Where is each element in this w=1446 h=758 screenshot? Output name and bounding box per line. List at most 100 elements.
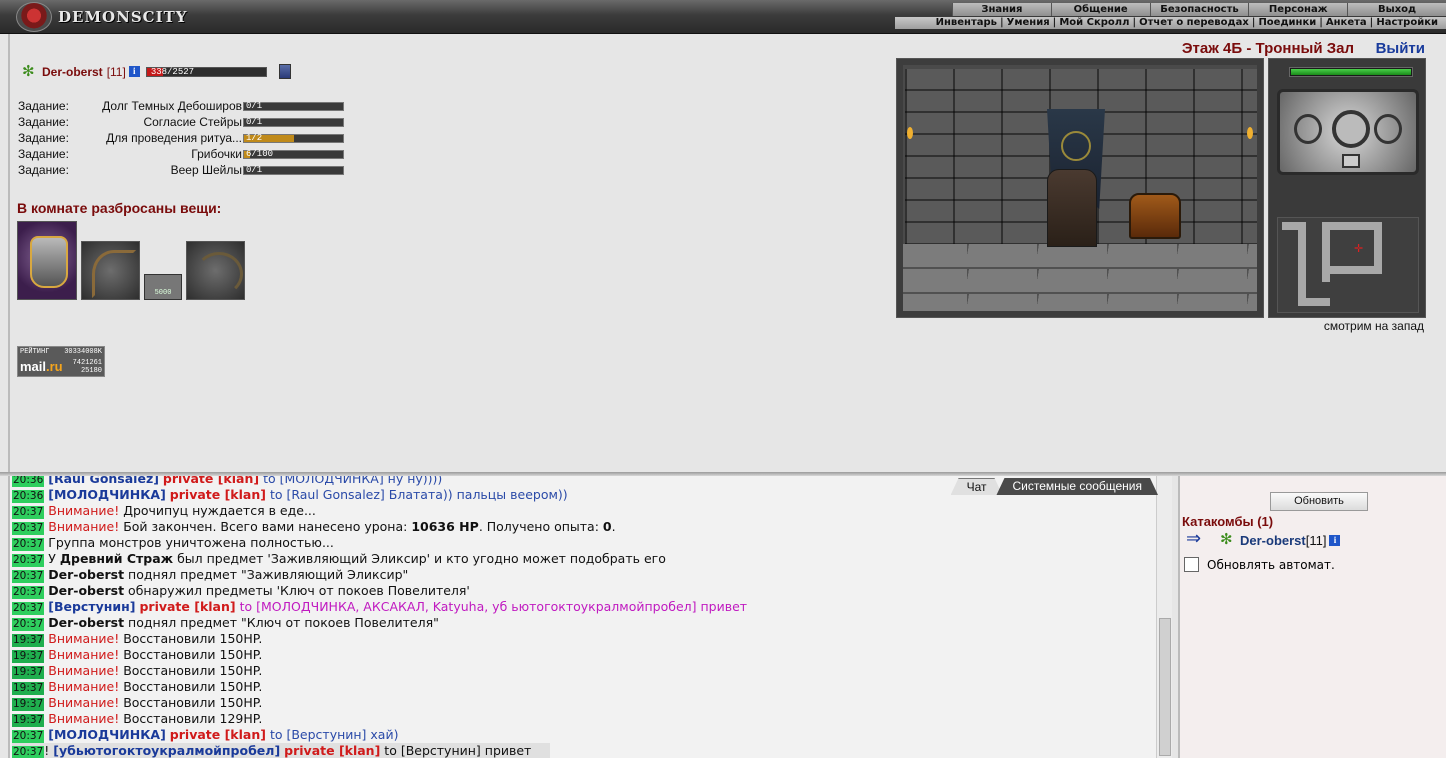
armor-item-icon[interactable] [17, 221, 77, 300]
quest-progress-text: 0/1 [246, 116, 263, 127]
money-item-icon[interactable]: 5000 [144, 274, 182, 300]
quest-progress-bar: 6/100 [243, 148, 344, 159]
chat-nick[interactable]: [МОЛОДЧИНКА] [48, 487, 166, 502]
room-items-title: В комнате разбросаны вещи: [17, 200, 222, 216]
chat-timestamp[interactable]: 19:37 [12, 698, 45, 711]
chat-timestamp[interactable]: 19:37 [12, 682, 45, 695]
menu-communication[interactable]: Общение [1050, 3, 1150, 16]
chat-private-tag: private [klan] [139, 599, 236, 614]
submenu-profile[interactable]: Анкета [1326, 17, 1367, 29]
chat-timestamp[interactable]: 20:36 [12, 490, 45, 503]
quest-row: Задание: Грибочки 6/100 [18, 146, 346, 162]
quest-progress-text: 0/1 [246, 164, 263, 175]
quest-row: Задание: Согласие Стейры 0/1 [18, 114, 346, 130]
chat-timestamp[interactable]: 20:37 [12, 730, 45, 743]
tab-chat[interactable]: Чат [951, 478, 1003, 495]
quest-progress-text: 6/100 [246, 148, 274, 159]
chat-timestamp[interactable]: 19:37 [12, 650, 45, 663]
submenu-my-scroll[interactable]: Мой Скролл [1059, 17, 1129, 29]
chat-message-text: to [МОЛОДЧИНКА, АКСАКАЛ, Katyuha, уб ьют… [239, 599, 748, 614]
submenu-transfer-report[interactable]: Отчет о переводах [1139, 17, 1249, 29]
submenu-settings[interactable]: Настройки [1376, 17, 1438, 29]
quest-name[interactable]: Согласие Стейры [80, 115, 242, 129]
quest-name[interactable]: Веер Шейлы [80, 163, 242, 177]
crossbow-item-icon[interactable] [186, 241, 245, 300]
minimap-hp-fill [1291, 69, 1411, 75]
chat-timestamp[interactable]: 19:37 [12, 666, 45, 679]
quest-label: Задание: [18, 115, 69, 129]
quest-label: Задание: [18, 99, 69, 113]
chat-timestamp[interactable]: 20:37 [12, 506, 45, 519]
info-icon[interactable]: i [1329, 534, 1341, 546]
chat-message-text: У [48, 551, 56, 566]
auto-refresh-checkbox[interactable] [1184, 557, 1199, 572]
clan-leaf-icon [1220, 530, 1234, 548]
chat-timestamp[interactable]: 20:37 [12, 522, 45, 535]
menu-security[interactable]: Безопасность [1149, 3, 1249, 16]
chat-line: 20:37 Внимание! Дрочипуц нуждается в еде… [12, 503, 1156, 519]
chat-line: 20:37 Внимание! Бой закончен. Всего вами… [12, 519, 1156, 535]
chat-timestamp[interactable]: 20:37 [12, 746, 45, 758]
banner-icon[interactable] [278, 64, 291, 79]
quest-row: Задание: Для проведения ритуа... 1/2 [18, 130, 346, 146]
player-name[interactable]: Der-oberst [42, 65, 103, 79]
back-button[interactable] [1342, 154, 1360, 168]
refresh-button[interactable]: Обновить [1270, 492, 1368, 511]
chat-timestamp[interactable]: 20:37 [12, 586, 45, 599]
turn-left-button[interactable] [1294, 114, 1322, 144]
chat-bold-name[interactable]: Der-oberst [48, 615, 124, 630]
menu-character[interactable]: Персонаж [1248, 3, 1347, 16]
chat-message-text: поднял предмет "Заживляющий Эликсир" [128, 567, 409, 582]
forward-button[interactable] [1332, 110, 1370, 148]
treasure-chest[interactable] [1129, 193, 1181, 239]
exit-link[interactable]: Выйти [1376, 40, 1425, 57]
mailru-rating-counter[interactable]: РЕЙТИНГ 30334008K mail.ru 7421261 25180 [17, 346, 105, 377]
menu-knowledge[interactable]: Знания [952, 3, 1051, 16]
auto-refresh-row: Обновлять автомат. [1184, 557, 1335, 572]
quest-name[interactable]: Долг Темных Дебоширов [80, 99, 242, 113]
chat-timestamp[interactable]: 19:37 [12, 634, 45, 647]
hp-text: 338/2527 [150, 66, 195, 77]
chat-nick[interactable]: [МОЛОДЧИНКА] [48, 727, 166, 742]
chat-timestamp[interactable]: 20:37 [12, 618, 45, 631]
throne-object[interactable] [1047, 169, 1097, 247]
private-message-icon[interactable] [1184, 528, 1206, 549]
chat-timestamp[interactable]: 20:37 [12, 570, 45, 583]
quest-list: Задание: Долг Темных Дебоширов 0/1 Задание:… [18, 98, 346, 178]
movement-compass[interactable] [1277, 89, 1419, 175]
chat-bold-name[interactable]: Der-oberst [48, 583, 124, 598]
minimap-hp-bar [1289, 67, 1413, 77]
quest-name[interactable]: Грибочки [80, 147, 242, 161]
online-user-name[interactable]: Der-oberst [1240, 533, 1306, 548]
location-scene [896, 58, 1264, 318]
chat-timestamp[interactable]: 20:37 [12, 538, 45, 551]
quest-progress-text: 0/1 [246, 100, 263, 111]
chat-message-text: Восстановили 150HP. [123, 695, 263, 710]
chat-line: 20:37 У Древний Страж был предмет 'Зажив… [12, 551, 1156, 567]
submenu-skills[interactable]: Умения [1007, 17, 1050, 29]
chat-nick[interactable]: [убьютогоктоукралмойпробел] [53, 743, 280, 758]
chat-scrollbar-thumb[interactable] [1159, 618, 1171, 756]
chat-messages: 20:36 [Raul Gonsalez] private [klan] to … [12, 476, 1156, 758]
chat-warning: Внимание! [48, 631, 120, 646]
chat-timestamp[interactable]: 20:37 [12, 554, 45, 567]
chat-timestamp[interactable]: 20:37 [12, 602, 45, 615]
chat-bold-name[interactable]: Der-oberst [48, 567, 124, 582]
info-icon[interactable]: i [128, 66, 140, 77]
chat-scrollbar[interactable] [1156, 476, 1172, 758]
turn-right-button[interactable] [1374, 114, 1402, 144]
chat-timestamp[interactable]: 19:37 [12, 714, 45, 727]
bow-item-icon[interactable] [81, 241, 140, 300]
room-name: Катакомбы (1) [1182, 514, 1274, 529]
chat-nick[interactable]: [Верстунин] [48, 599, 135, 614]
tab-system-messages[interactable]: Системные сообщения [996, 478, 1158, 495]
scene-floor [897, 244, 1263, 317]
chat-nick[interactable]: [Raul Gonsalez] [48, 476, 159, 486]
chat-message-text: . Получено опыта: [478, 519, 599, 534]
submenu-inventory[interactable]: Инвентарь [936, 17, 997, 29]
menu-exit[interactable]: Выход [1347, 3, 1446, 16]
logo[interactable]: DEMONSCITY [16, 2, 187, 32]
chat-timestamp[interactable]: 20:36 [12, 476, 45, 487]
submenu-duels[interactable]: Поединки [1258, 17, 1316, 29]
quest-name[interactable]: Для проведения ритуа... [80, 131, 242, 145]
